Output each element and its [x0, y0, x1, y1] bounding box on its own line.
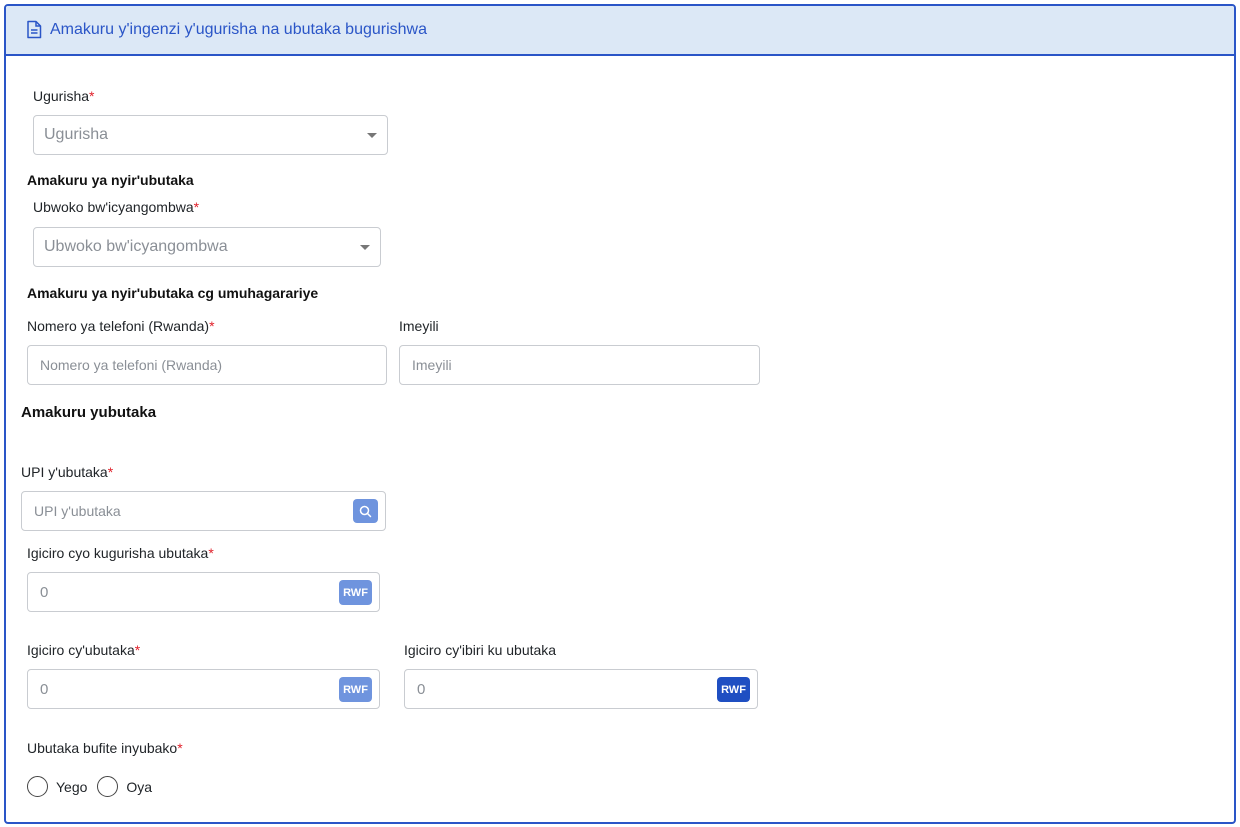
doc-type-label-text: Ubwoko bw'icyangombwa [33, 199, 194, 215]
land-price-label: Igiciro cy'ubutaka* [27, 642, 140, 658]
owner-section-title: Amakuru ya nyir'ubutaka [27, 172, 194, 188]
card-header: Amakuru y'ingenzi y'ugurisha na ubutaka … [6, 6, 1234, 56]
building-label: Ubutaka bufite inyubako* [27, 740, 183, 756]
phone-input[interactable] [40, 357, 335, 373]
building-radio-group: Yego Oya [27, 776, 152, 797]
required-mark: * [134, 642, 141, 658]
radio-yes[interactable] [27, 776, 48, 797]
chevron-down-icon [367, 133, 377, 138]
required-mark: * [177, 740, 183, 756]
land-price-field[interactable]: RWF [27, 669, 380, 709]
page-title: Amakuru y'ingenzi y'ugurisha na ubutaka … [50, 21, 427, 38]
radio-no[interactable] [97, 776, 119, 797]
upi-label: UPI y'ubutaka* [21, 464, 113, 480]
doc-type-select-value: Ubwoko bw'icyangombwa [44, 238, 228, 255]
contact-section-title: Amakuru ya nyir'ubutaka cg umuhagarariye [27, 285, 319, 301]
required-mark: * [208, 545, 214, 561]
other-price-label: Igiciro cy'ibiri ku ubutaka [404, 642, 557, 658]
currency-badge: RWF [339, 580, 372, 605]
radio-yes-label[interactable]: Yego [56, 779, 87, 795]
sale-price-input[interactable] [40, 583, 329, 601]
land-section-title: Amakuru yubutaka [21, 404, 157, 421]
search-button[interactable] [353, 499, 378, 523]
upi-field[interactable] [21, 491, 386, 531]
upi-input[interactable] [34, 503, 333, 519]
doc-type-select[interactable]: Ubwoko bw'icyangombwa [33, 227, 381, 267]
upi-label-text: UPI y'ubutaka [21, 464, 108, 480]
required-mark: * [107, 464, 114, 480]
land-price-input[interactable] [40, 680, 329, 698]
phone-field[interactable] [27, 345, 387, 385]
currency-badge: RWF [339, 677, 372, 702]
land-price-label-text: Igiciro cy'ubutaka [27, 642, 135, 658]
seller-select-value: Ugurisha [44, 126, 109, 143]
sale-price-label-text: Igiciro cyo kugurisha ubutaka [27, 545, 209, 561]
required-mark: * [193, 199, 200, 215]
phone-label: Nomero ya telefoni (Rwanda)* [27, 318, 215, 334]
other-price-field[interactable]: RWF [404, 669, 758, 709]
phone-label-text: Nomero ya telefoni (Rwanda) [27, 318, 210, 334]
other-price-input[interactable] [417, 680, 706, 698]
chevron-down-icon [360, 245, 370, 250]
currency-badge: RWF [717, 677, 750, 702]
doc-type-label: Ubwoko bw'icyangombwa* [33, 199, 199, 215]
required-mark: * [89, 88, 95, 104]
email-input[interactable] [412, 357, 707, 373]
document-icon [26, 20, 44, 40]
email-field[interactable] [399, 345, 760, 385]
radio-no-label[interactable]: Oya [126, 779, 152, 795]
email-label: Imeyili [399, 318, 439, 334]
sale-price-field[interactable]: RWF [27, 572, 380, 612]
seller-select[interactable]: Ugurisha [33, 115, 388, 155]
building-label-text: Ubutaka bufite inyubako [27, 740, 178, 756]
sale-price-label: Igiciro cyo kugurisha ubutaka* [27, 545, 214, 561]
seller-label: Ugurisha* [33, 88, 94, 104]
required-mark: * [209, 318, 215, 334]
seller-label-text: Ugurisha [33, 88, 90, 104]
search-icon [359, 505, 372, 517]
form-card: Amakuru y'ingenzi y'ugurisha na ubutaka … [4, 4, 1236, 824]
